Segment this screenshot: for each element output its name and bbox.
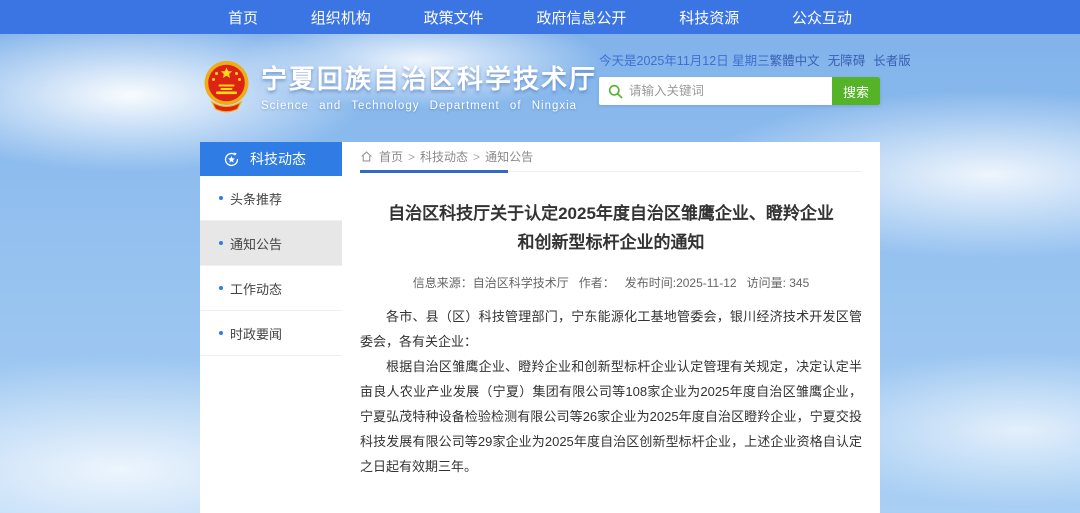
site-logo[interactable]: 宁夏回族自治区科学技术厅 Science and Technology Depa… — [203, 60, 597, 113]
bullet-dot-icon — [219, 196, 223, 200]
site-title: 宁夏回族自治区科学技术厅 — [261, 65, 597, 93]
breadcrumb-separator: > — [473, 150, 480, 164]
nav-item-gov-info-disclosure[interactable]: 政府信息公开 — [536, 7, 626, 28]
search-icon — [608, 84, 623, 99]
sidebar-title: 科技动态 — [250, 149, 306, 169]
sidebar-menu: 头条推荐 通知公告 工作动态 时政要闻 — [200, 176, 342, 356]
nav-item-organization[interactable]: 组织机构 — [311, 7, 371, 28]
nav-item-sci-tech-resources[interactable]: 科技资源 — [679, 7, 739, 28]
article-body: 各市、县（区）科技管理部门，宁东能源化工基地管委会，银川经济技术开发区管委会，各… — [360, 304, 862, 479]
article-title: 自治区科技厅关于认定2025年度自治区雏鹰企业、瞪羚企业 和创新型标杆企业的通知 — [360, 199, 862, 257]
sidebar-item-label: 时政要闻 — [230, 324, 282, 343]
search-bar: 搜索 — [599, 77, 880, 105]
home-icon — [360, 150, 373, 163]
site-subtitle: Science and Technology Department of Nin… — [261, 100, 597, 112]
header-utilities: 今天是2025年11月12日 星期三 繁體中文 无障碍 长者版 搜索 — [599, 50, 880, 105]
sidebar-item-notices[interactable]: 通知公告 — [200, 221, 342, 266]
bullet-dot-icon — [219, 241, 223, 245]
search-input[interactable] — [629, 77, 832, 105]
breadcrumb: 首页 > 科技动态 > 通知公告 — [360, 142, 862, 172]
meta-publish-date: 发布时间:2025-11-12 — [625, 274, 737, 291]
meta-source: 信息来源：自治区科学技术厅 — [413, 274, 569, 291]
sidebar-item-work-trends[interactable]: 工作动态 — [200, 266, 342, 311]
top-nav-bar: 首页 组织机构 政策文件 政府信息公开 科技资源 公众互动 — [0, 0, 1080, 34]
site-title-block: 宁夏回族自治区科学技术厅 Science and Technology Depa… — [261, 60, 597, 112]
article-title-line1: 自治区科技厅关于认定2025年度自治区雏鹰企业、瞪羚企业 — [360, 199, 862, 228]
top-nav-menu: 首页 组织机构 政策文件 政府信息公开 科技资源 公众互动 — [200, 0, 880, 34]
sidebar-item-current-affairs[interactable]: 时政要闻 — [200, 311, 342, 356]
article-title-line2: 和创新型标杆企业的通知 — [360, 228, 862, 257]
sidebar-item-headlines[interactable]: 头条推荐 — [200, 176, 342, 221]
breadcrumb-home[interactable]: 首页 — [379, 148, 403, 165]
meta-visits: 访问量: 345 — [747, 274, 810, 291]
search-button[interactable]: 搜索 — [832, 77, 880, 105]
meta-author: 作者： — [579, 274, 615, 291]
breadcrumb-sci-tech-trends[interactable]: 科技动态 — [420, 148, 468, 165]
nav-item-public-interaction[interactable]: 公众互动 — [792, 7, 852, 28]
sidebar-item-label: 工作动态 — [230, 279, 282, 298]
today-date: 今天是2025年11月12日 星期三 — [599, 50, 770, 69]
article-paragraph: 根据自治区雏鹰企业、瞪羚企业和创新型标杆企业认定管理有关规定，决定认定半亩良人农… — [360, 354, 862, 479]
nav-item-policy-documents[interactable]: 政策文件 — [424, 7, 484, 28]
sidebar-header: 科技动态 — [200, 142, 342, 176]
main-article-area: 首页 > 科技动态 > 通知公告 自治区科技厅关于认定2025年度自治区雏鹰企业… — [342, 142, 880, 513]
article-meta: 信息来源：自治区科学技术厅 作者： 发布时间:2025-11-12 访问量: 3… — [360, 274, 862, 291]
nav-item-home[interactable]: 首页 — [228, 7, 258, 28]
breadcrumb-notices[interactable]: 通知公告 — [485, 148, 533, 165]
article-paragraph: 各市、县（区）科技管理部门，宁东能源化工基地管委会，银川经济技术开发区管委会，各… — [360, 304, 862, 354]
link-traditional-chinese[interactable]: 繁體中文 — [770, 50, 820, 69]
link-elderly-version[interactable]: 长者版 — [873, 50, 911, 69]
content-panel: 科技动态 头条推荐 通知公告 工作动态 时政要闻 — [200, 142, 880, 513]
breadcrumb-separator: > — [408, 150, 415, 164]
link-accessibility[interactable]: 无障碍 — [828, 50, 866, 69]
sidebar-item-label: 头条推荐 — [230, 189, 282, 208]
sidebar: 科技动态 头条推荐 通知公告 工作动态 时政要闻 — [200, 142, 342, 513]
quick-links: 繁體中文 无障碍 长者版 — [770, 50, 911, 69]
bullet-dot-icon — [219, 331, 223, 335]
rotate-star-icon — [222, 150, 241, 169]
sidebar-item-label: 通知公告 — [230, 234, 282, 253]
bullet-dot-icon — [219, 286, 223, 290]
national-emblem-icon — [203, 60, 250, 113]
